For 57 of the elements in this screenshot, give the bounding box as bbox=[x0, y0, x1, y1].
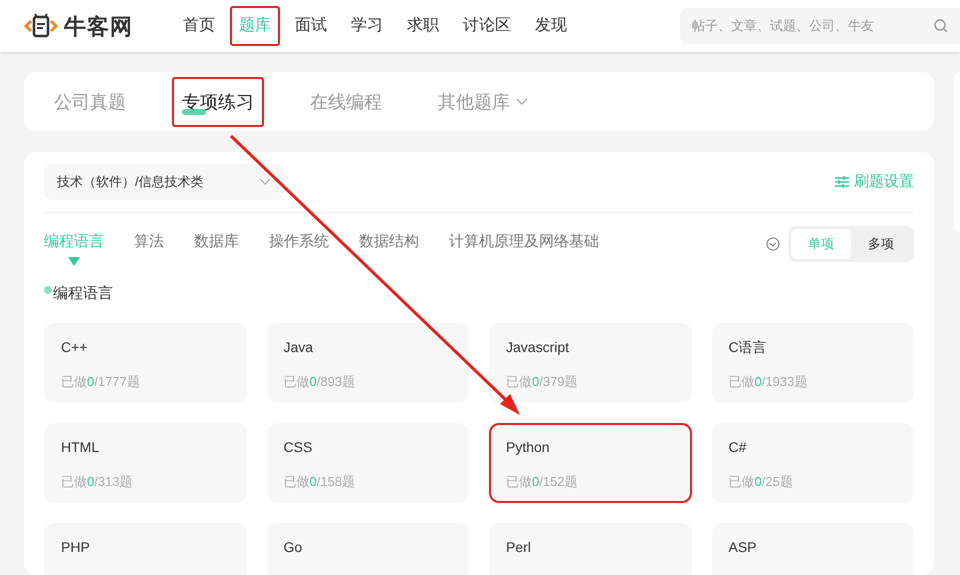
expand-icon[interactable] bbox=[766, 237, 780, 251]
progress-count: 已做0/893题 bbox=[284, 373, 356, 391]
subject-card[interactable]: Python 已做0/152题 bbox=[489, 423, 692, 503]
category-dropdown[interactable]: 技术（软件）/信息技术类 bbox=[44, 164, 284, 200]
nav-link[interactable]: 面试 bbox=[286, 6, 336, 46]
subject-card[interactable]: CSS 已做0/158题 bbox=[266, 423, 469, 503]
search-field[interactable]: 帖子、文章、试题、公司、牛友 bbox=[680, 8, 960, 44]
subject-card[interactable]: Go bbox=[266, 523, 469, 575]
card-title: ASP bbox=[728, 538, 757, 557]
card-title: Python bbox=[506, 438, 550, 457]
subject-tab[interactable]: 操作系统 bbox=[269, 219, 329, 269]
card-title: CSS bbox=[284, 438, 312, 457]
subject-tab[interactable]: 算法 bbox=[134, 219, 164, 269]
subject-tab[interactable]: 数据库 bbox=[194, 219, 239, 269]
card-title: C语言 bbox=[728, 338, 767, 357]
chevron-down-icon bbox=[516, 98, 528, 106]
subject-card[interactable]: ASP bbox=[712, 523, 914, 575]
card-title: HTML bbox=[61, 438, 100, 457]
nav-link[interactable]: 讨论区 bbox=[454, 6, 520, 46]
sliders-icon bbox=[835, 176, 849, 188]
progress-count: 已做0/1933题 bbox=[728, 373, 808, 391]
card-title: C# bbox=[728, 438, 746, 457]
card-title: PHP bbox=[61, 538, 90, 557]
card-title: Java bbox=[284, 338, 314, 357]
subject-card[interactable]: Javascript 已做0/379题 bbox=[489, 323, 692, 403]
card-title: Javascript bbox=[506, 338, 570, 357]
nav-link[interactable]: 发现 bbox=[526, 6, 576, 46]
search-icon bbox=[934, 19, 948, 33]
progress-count: 已做0/379题 bbox=[506, 373, 578, 391]
progress-count: 已做0/1777题 bbox=[61, 373, 140, 391]
nav-link[interactable]: 学习 bbox=[342, 6, 392, 46]
logo-icon bbox=[24, 13, 58, 39]
subject-tab[interactable]: 计算机原理及网络基础 bbox=[449, 219, 599, 269]
subject-card[interactable]: C语言 已做0/1933题 bbox=[712, 323, 914, 403]
triangle-pointer-icon bbox=[68, 257, 80, 266]
nav-link[interactable]: 首页 bbox=[174, 6, 224, 46]
progress-count: 已做0/152题 bbox=[506, 473, 578, 491]
card-title: Go bbox=[284, 538, 302, 557]
subject-card[interactable]: HTML 已做0/313题 bbox=[44, 423, 246, 503]
search-input[interactable]: 帖子、文章、试题、公司、牛友 bbox=[692, 16, 934, 36]
site-logo-text: 牛客网 bbox=[64, 12, 134, 40]
subject-card[interactable]: Java 已做0/893题 bbox=[266, 323, 469, 403]
progress-count: 已做0/158题 bbox=[284, 473, 356, 491]
subject-tab[interactable]: 数据结构 bbox=[359, 219, 419, 269]
subject-card[interactable]: C++ 已做0/1777题 bbox=[44, 323, 246, 403]
subject-card[interactable]: Perl bbox=[489, 523, 692, 575]
mode-option[interactable]: 多项 bbox=[851, 229, 911, 259]
card-title: Perl bbox=[506, 538, 531, 557]
progress-count: 已做0/313题 bbox=[61, 473, 133, 491]
nav-link[interactable]: 求职 bbox=[398, 6, 448, 46]
card-title: C++ bbox=[61, 338, 88, 357]
chevron-down-icon bbox=[259, 178, 271, 186]
progress-count: 已做0/25题 bbox=[728, 473, 793, 491]
tab[interactable]: 专项练习 bbox=[172, 76, 264, 126]
subject-card[interactable]: C# 已做0/25题 bbox=[712, 423, 914, 503]
section-title: 编程语言 bbox=[53, 284, 113, 304]
subject-card[interactable]: PHP bbox=[44, 523, 246, 575]
